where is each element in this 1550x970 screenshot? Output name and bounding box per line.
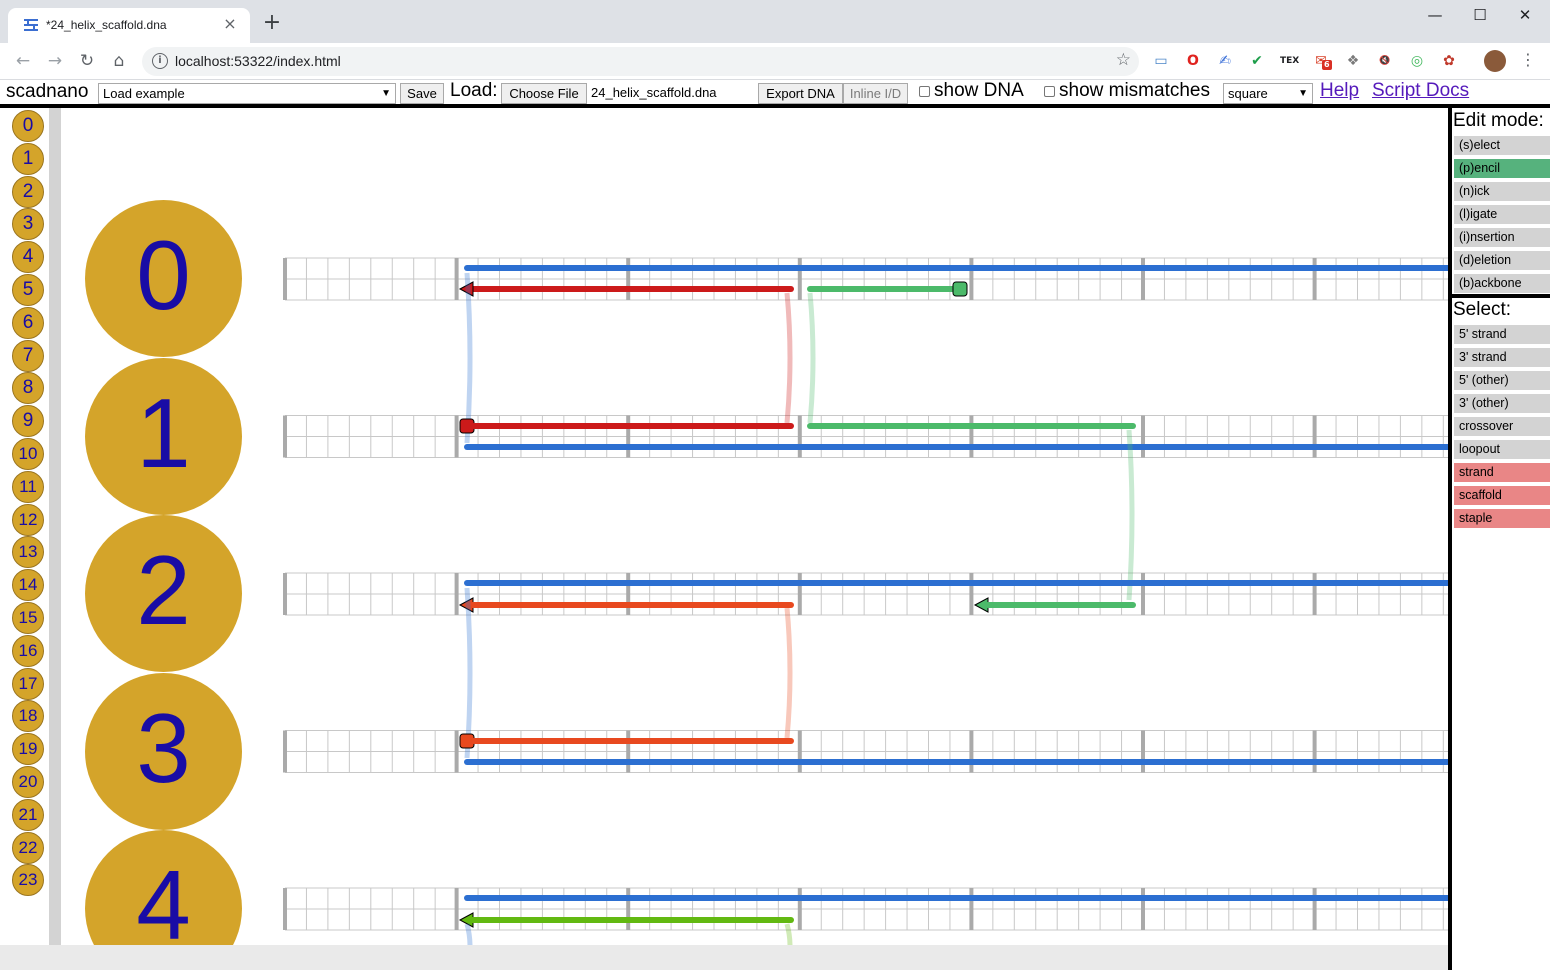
app-menu-bar: scadnano Load example ▼ Save Load: Choos…	[0, 80, 1550, 106]
load-example-select[interactable]: Load example ▼	[98, 83, 396, 104]
choose-file-button[interactable]: Choose File	[501, 83, 587, 104]
scaffold-crossover-4-5	[464, 923, 473, 945]
export-dna-button[interactable]: Export DNA	[758, 83, 843, 104]
grid-select[interactable]: square ▼	[1223, 83, 1313, 104]
mail-icon[interactable]: ✉ 6	[1312, 52, 1332, 70]
staple-lime-crossover-4-5	[784, 923, 793, 945]
edit-mode-nick[interactable]: (n)ick	[1454, 182, 1550, 201]
scaffold-crossover-0-1	[464, 272, 473, 444]
select-option-5-other-[interactable]: 5' (other)	[1454, 371, 1550, 390]
select-heading: Select:	[1453, 299, 1512, 320]
edit-mode-insertion[interactable]: (i)nsertion	[1454, 228, 1550, 247]
dropbox-icon[interactable]: ❖	[1344, 52, 1362, 70]
mail-badge: 6	[1322, 60, 1332, 70]
select-option-5-strand[interactable]: 5' strand	[1454, 325, 1550, 344]
translate-icon[interactable]: ▭	[1152, 52, 1170, 70]
edit-mode-select[interactable]: (s)elect	[1454, 136, 1550, 155]
select-option-strand[interactable]: strand	[1454, 463, 1550, 482]
edit-mode-deletion[interactable]: (d)eletion	[1454, 251, 1550, 270]
load-label: Load:	[450, 80, 498, 101]
opera-icon[interactable]: O	[1184, 52, 1202, 70]
edit-mode-panel: Edit mode: (s)elect (p)encil (n)ick (l)igat…	[1452, 108, 1550, 970]
profile-avatar[interactable]	[1484, 50, 1506, 72]
helix-grid-0[interactable]	[283, 257, 1448, 301]
url-text: localhost:53322/index.html	[175, 53, 341, 69]
window-close-icon[interactable]: ✕	[1513, 6, 1537, 26]
helix-grid-4[interactable]	[283, 887, 1448, 931]
checkmark-icon[interactable]: ✔	[1248, 52, 1266, 70]
signature-icon[interactable]: ✍	[1216, 52, 1234, 70]
browser-tab[interactable]: *24_helix_scaffold.dna ×	[8, 8, 250, 43]
design-canvas[interactable]: 0 1 2 3 4 5 6 7 8 9 10 11 12 13 14 15 16 17 18 19 20 21 22 23 0…	[0, 108, 1448, 945]
load-example-value: Load example	[103, 86, 185, 101]
forward-icon[interactable]: →	[44, 51, 66, 73]
select-option-crossover[interactable]: crossover	[1454, 417, 1550, 436]
app-title: scadnano	[6, 81, 89, 102]
inline-id-button[interactable]: Inline I/D	[843, 83, 908, 104]
staple-green-crossover-0-1	[807, 292, 816, 424]
more-menu-icon[interactable]: ⋮	[1520, 50, 1536, 69]
address-bar[interactable]: i localhost:53322/index.html ☆	[142, 47, 1139, 76]
horizontal-scrollbar[interactable]	[0, 945, 1448, 970]
maximize-icon[interactable]: ☐	[1468, 6, 1492, 26]
show-mismatches-checkbox[interactable]	[1044, 86, 1055, 97]
chevron-down-icon: ▼	[1298, 88, 1308, 99]
circle-ext-icon[interactable]: ◎	[1408, 52, 1426, 70]
chevron-down-icon: ▼	[381, 88, 391, 99]
browser-tab-bar: *24_helix_scaffold.dna × + — ☐ ✕	[0, 0, 1550, 43]
tex-icon[interactable]: TEX	[1280, 52, 1299, 70]
mute-icon[interactable]: 🔇	[1376, 52, 1394, 70]
show-dna-label: show DNA	[934, 80, 1024, 101]
panel-separator	[1452, 294, 1550, 298]
puzzle-ext-icon[interactable]: ✿	[1440, 52, 1458, 70]
save-button[interactable]: Save	[400, 83, 444, 104]
new-tab-button[interactable]: +	[260, 10, 284, 35]
home-icon[interactable]: ⌂	[108, 51, 130, 73]
edit-mode-ligate[interactable]: (l)igate	[1454, 205, 1550, 224]
select-option-staple[interactable]: staple	[1454, 509, 1550, 528]
show-dna-checkbox[interactable]	[919, 86, 930, 97]
select-option-3-strand[interactable]: 3' strand	[1454, 348, 1550, 367]
select-option-scaffold[interactable]: scaffold	[1454, 486, 1550, 505]
tab-title: *24_helix_scaffold.dna	[46, 18, 167, 32]
edit-mode-backbone[interactable]: (b)ackbone	[1454, 274, 1550, 293]
edit-mode-pencil[interactable]: (p)encil	[1454, 159, 1550, 178]
scadnano-favicon-icon	[24, 19, 38, 31]
helix-grid-1[interactable]	[283, 415, 1448, 458]
select-option-3-other-[interactable]: 3' (other)	[1454, 394, 1550, 413]
help-link[interactable]: Help	[1320, 80, 1359, 102]
helix-grid-3[interactable]	[283, 730, 1448, 773]
select-option-loopout[interactable]: loopout	[1454, 440, 1550, 459]
script-docs-link[interactable]: Script Docs	[1372, 80, 1469, 102]
minimize-icon[interactable]: —	[1423, 6, 1447, 26]
staple-green-crossover-1-2	[1126, 429, 1135, 601]
file-name: 24_helix_scaffold.dna	[591, 85, 717, 100]
back-icon[interactable]: ←	[12, 51, 34, 73]
browser-toolbar: ← → ↻ ⌂ i localhost:53322/index.html ☆ ▭…	[0, 43, 1550, 80]
helix-grid-2[interactable]	[283, 572, 1448, 616]
staple-orange-crossover-2-3	[784, 607, 793, 739]
site-info-icon[interactable]: i	[152, 53, 168, 69]
scaffold-crossover-2-3	[464, 587, 473, 759]
show-mismatches-label: show mismatches	[1059, 80, 1210, 101]
staple-green-5p-end-icon	[952, 281, 968, 297]
main-view-svg[interactable]	[0, 108, 1448, 945]
tab-close-icon[interactable]: ×	[220, 14, 240, 33]
reload-icon[interactable]: ↻	[76, 51, 98, 73]
grid-value: square	[1228, 86, 1268, 101]
staple-red-crossover-0-1	[784, 292, 793, 424]
edit-mode-heading: Edit mode:	[1453, 110, 1544, 131]
bookmark-star-icon[interactable]: ☆	[1116, 50, 1131, 70]
